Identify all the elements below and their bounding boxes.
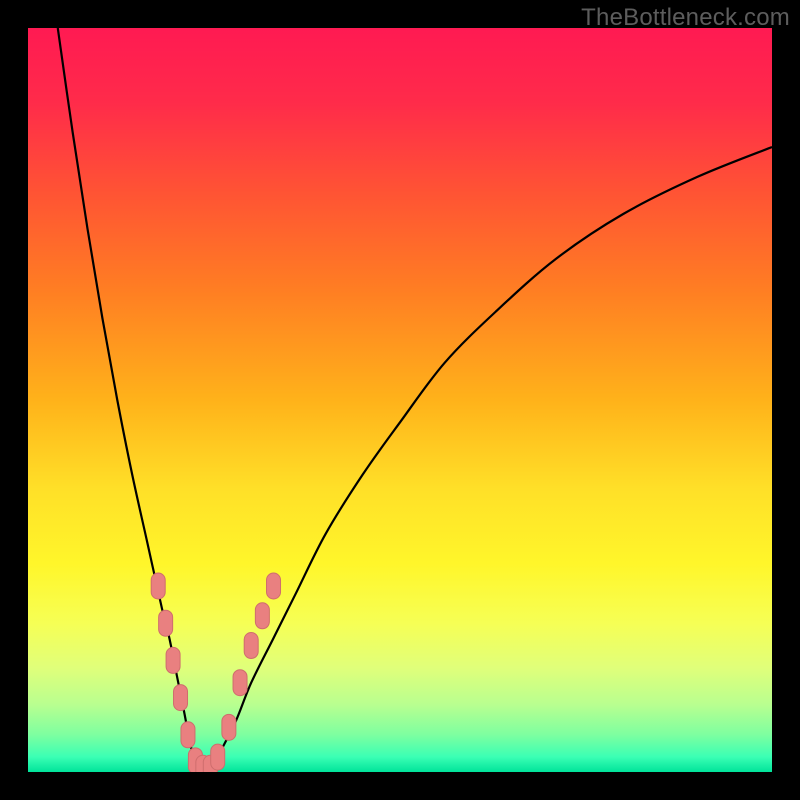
curve-marker — [244, 633, 258, 659]
bottleneck-chart — [28, 28, 772, 772]
curve-marker — [222, 714, 236, 740]
gradient-background — [28, 28, 772, 772]
chart-frame — [28, 28, 772, 772]
curve-marker — [233, 670, 247, 696]
curve-marker — [174, 685, 188, 711]
watermark-text: TheBottleneck.com — [581, 4, 790, 32]
curve-marker — [159, 610, 173, 636]
curve-marker — [151, 573, 165, 599]
curve-marker — [211, 744, 225, 770]
curve-marker — [255, 603, 269, 629]
curve-marker — [181, 722, 195, 748]
curve-marker — [166, 647, 180, 673]
curve-marker — [267, 573, 281, 599]
